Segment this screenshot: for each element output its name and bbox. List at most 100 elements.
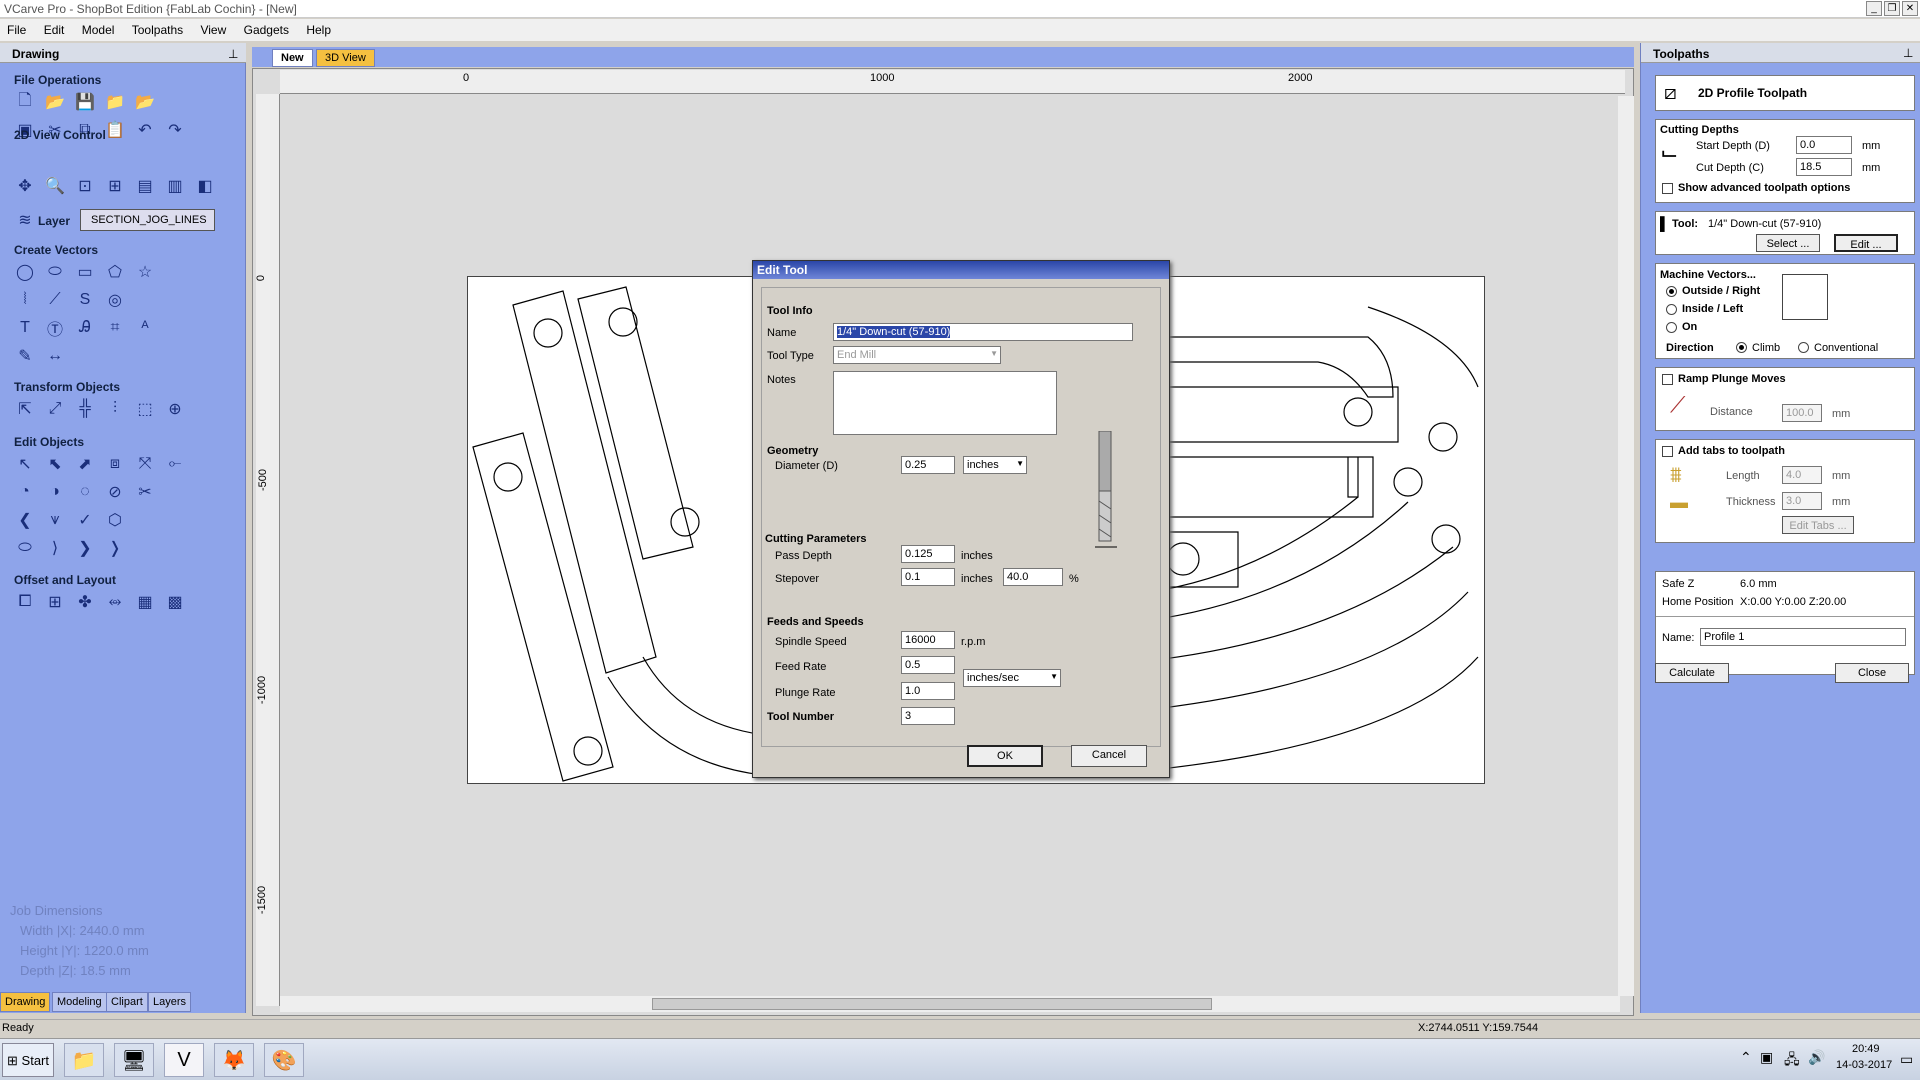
zoom-selected-icon[interactable]: ⊞ (104, 175, 126, 197)
horizontal-scrollbar[interactable] (280, 996, 1620, 1012)
offset-icon[interactable]: ⧠ (14, 591, 36, 613)
add-tabs-checkbox[interactable] (1662, 446, 1673, 457)
polygon-icon[interactable]: ⬠ (104, 261, 126, 283)
circular-array-icon[interactable]: ✤ (74, 591, 96, 613)
view-layout-icon[interactable]: ▥ (164, 175, 186, 197)
inside-radio[interactable] (1666, 304, 1677, 315)
menu-file[interactable]: File (0, 19, 33, 37)
close-vector-icon[interactable]: ⬡ (104, 509, 126, 531)
restore-button[interactable]: ❐ (1884, 1, 1900, 16)
view-split-icon[interactable]: ▤ (134, 175, 156, 197)
undo-icon[interactable]: ↶ (134, 119, 156, 141)
edit-tool-button[interactable]: Edit ... (1834, 234, 1898, 252)
menu-model[interactable]: Model (75, 19, 122, 37)
polyline-icon[interactable]: ⦚ (14, 289, 36, 311)
diameter-unit-select[interactable]: inches (963, 456, 1027, 474)
firefox-icon[interactable]: 🦊 (214, 1043, 254, 1077)
start-depth-input[interactable]: 0.0 (1796, 136, 1852, 154)
plunge-rate-input[interactable]: 1.0 (901, 682, 955, 700)
stepover-input[interactable]: 0.1 (901, 568, 955, 586)
tab-3d-view[interactable]: 3D View (316, 49, 375, 67)
ellipse-icon[interactable]: ⬭ (44, 261, 66, 283)
app-icon[interactable]: 🖥 (114, 1043, 154, 1077)
new-file-icon[interactable]: 🗋 (14, 91, 36, 113)
length-input[interactable]: 4.0 (1782, 466, 1822, 484)
vcarve-icon[interactable]: V (164, 1043, 204, 1077)
node-edit-icon[interactable]: ⬉ (44, 453, 66, 475)
circle-icon[interactable]: ◯ (14, 261, 36, 283)
horizontal-scroll-thumb[interactable] (652, 998, 1212, 1010)
mirror-icon[interactable]: ⫶ (104, 398, 126, 420)
close-button[interactable]: Close (1835, 663, 1909, 683)
zoom-icon[interactable]: 🔍 (44, 175, 66, 197)
stepover-percent-input[interactable]: 40.0 (1003, 568, 1063, 586)
climb-radio[interactable] (1736, 342, 1747, 353)
pin-icon[interactable]: ⊥ (1903, 46, 1913, 60)
auto-layout-text-icon[interactable]: ⌗ (104, 317, 126, 339)
draw-freehand-icon[interactable]: ✎ (14, 345, 36, 367)
menu-edit[interactable]: Edit (37, 19, 72, 37)
subtract-icon[interactable]: ◑ (44, 481, 66, 503)
fit-to-curve-icon[interactable]: ▩ (164, 591, 186, 613)
distort-icon[interactable]: ⬚ (134, 398, 156, 420)
group-icon[interactable]: ⧈ (104, 453, 126, 475)
pin-icon[interactable]: ⊥ (228, 47, 238, 61)
smooth-icon[interactable]: ⬭ (14, 537, 36, 559)
text-on-curve-icon[interactable]: Ꭿ (74, 317, 96, 339)
open-file-icon[interactable]: 📂 (44, 91, 66, 113)
curve-fit-icon[interactable]: ⟩ (44, 537, 66, 559)
tab-clipart[interactable]: Clipart (106, 992, 148, 1012)
align-icon[interactable]: ╬ (74, 398, 96, 420)
star-icon[interactable]: ☆ (134, 261, 156, 283)
tray-window-icon[interactable]: ▣ (1760, 1049, 1773, 1066)
set-size-icon[interactable]: ⤢ (44, 398, 66, 420)
tool-type-select[interactable]: End Mill (833, 346, 1001, 364)
tab-new[interactable]: New (272, 49, 313, 67)
copy-along-vector-icon[interactable]: ⥈ (104, 591, 126, 613)
outside-radio[interactable] (1666, 286, 1677, 297)
layer-select[interactable]: SECTION_JOG_LINES (80, 209, 215, 231)
menu-help[interactable]: Help (299, 19, 338, 37)
rate-unit-select[interactable]: inches/sec (963, 669, 1061, 687)
fillet-icon[interactable]: ❮ (14, 509, 36, 531)
vertical-scrollbar[interactable] (1618, 96, 1634, 996)
curve-icon[interactable]: ⟋ (44, 289, 66, 311)
tray-arrow-icon[interactable]: ⌃ (1740, 1049, 1752, 1066)
weld-icon[interactable]: ◔ (14, 481, 36, 503)
thickness-input[interactable]: 3.0 (1782, 492, 1822, 510)
paste-icon[interactable]: 📋 (104, 119, 126, 141)
import-bitmap-icon[interactable]: 📂 (134, 91, 156, 113)
trim-icon[interactable]: ⊘ (104, 481, 126, 503)
on-radio[interactable] (1666, 322, 1677, 333)
text-icon[interactable]: T (14, 317, 36, 339)
diameter-input[interactable]: 0.25 (901, 456, 955, 474)
measure-icon[interactable]: ⟜ (164, 453, 186, 475)
tab-drawing[interactable]: Drawing (0, 992, 51, 1012)
show-advanced-checkbox[interactable] (1662, 183, 1673, 194)
select-tool-button[interactable]: Select ... (1756, 234, 1820, 252)
interactive-transform-icon[interactable]: ⬈ (74, 453, 96, 475)
center-icon[interactable]: ⊕ (164, 398, 186, 420)
tool-number-input[interactable]: 3 (901, 707, 955, 725)
notes-textarea[interactable] (833, 371, 1057, 435)
dogbone-icon[interactable]: ❯ (74, 537, 96, 559)
scissors-icon[interactable]: ✂ (134, 481, 156, 503)
tool-name-input[interactable]: 1/4" Down-cut (57-910) (833, 323, 1133, 341)
close-window-button[interactable]: ✕ (1902, 1, 1918, 16)
spiral-icon[interactable]: ◎ (104, 289, 126, 311)
tbone-icon[interactable]: ❭ (104, 537, 126, 559)
menu-toolpaths[interactable]: Toolpaths (125, 19, 190, 37)
join-icon[interactable]: ⩛ (44, 509, 66, 531)
save-file-icon[interactable]: 💾 (74, 91, 96, 113)
ok-button[interactable]: OK (967, 745, 1043, 767)
nesting-icon[interactable]: ▦ (134, 591, 156, 613)
paint-icon[interactable]: 🎨 (264, 1043, 304, 1077)
feed-rate-input[interactable]: 0.5 (901, 656, 955, 674)
network-icon[interactable]: 🖧 (1784, 1049, 1800, 1073)
move-icon[interactable]: ⇱ (14, 398, 36, 420)
select-icon[interactable]: ↖ (14, 453, 36, 475)
cancel-button[interactable]: Cancel (1071, 745, 1147, 767)
zoom-extents-icon[interactable]: ⊡ (74, 175, 96, 197)
tab-modeling[interactable]: Modeling (52, 992, 107, 1012)
spline-icon[interactable]: S (74, 289, 96, 311)
